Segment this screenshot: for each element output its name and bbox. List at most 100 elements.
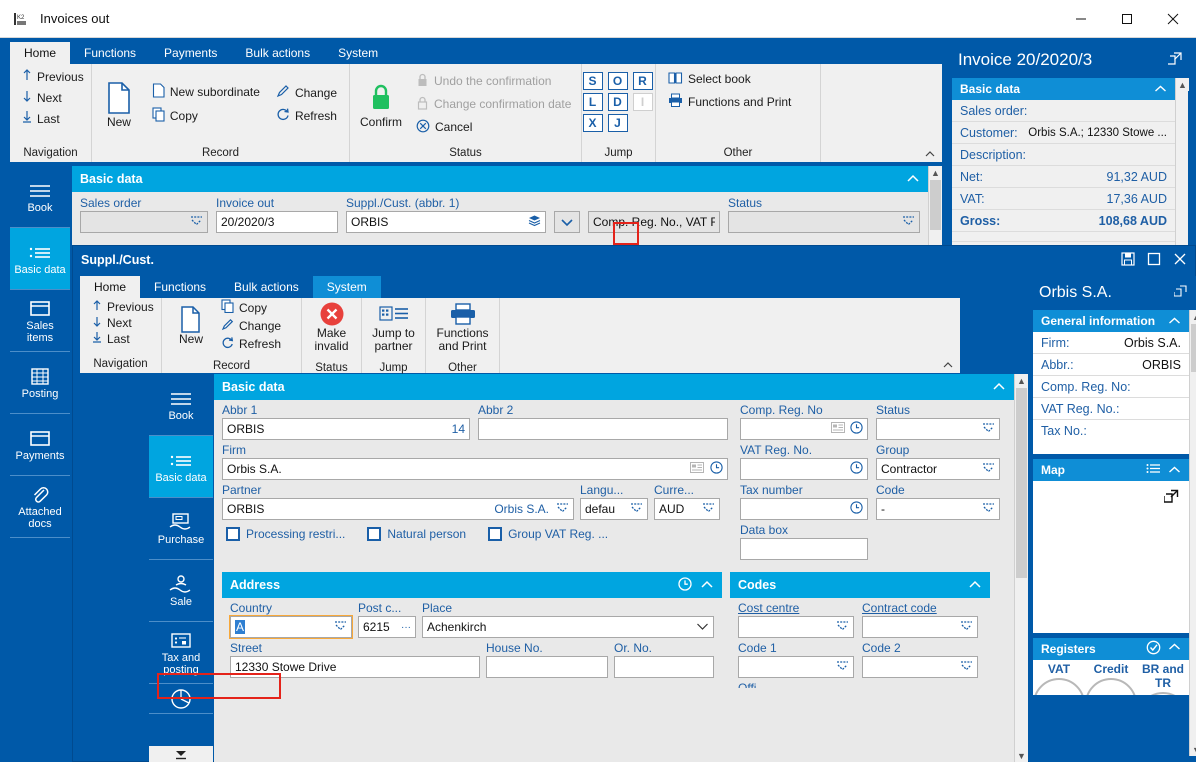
ribbon-collapse-icon[interactable] [924,149,936,161]
collapse-icon[interactable] [700,578,714,592]
sidebar-item-posting[interactable]: Posting [10,352,70,414]
chevron-down-icon[interactable] [982,422,995,436]
dialog-last-button[interactable]: Last [86,331,160,347]
next-button[interactable]: Next [16,87,90,108]
collapse-icon[interactable] [1154,82,1167,96]
collapse-icon[interactable] [968,578,982,592]
register-credit[interactable]: Credit [1085,662,1137,695]
chevron-down-icon[interactable] [836,620,849,634]
abbr1-input[interactable]: ORBIS 14 [222,418,470,440]
stack-icon[interactable] [528,214,541,230]
external-link-icon[interactable] [1163,489,1179,507]
field-contract-code-label[interactable]: Contract code [862,601,978,616]
data-box-input[interactable] [740,538,868,560]
dialog-tab-system[interactable]: System [312,276,381,298]
group-input[interactable]: Contractor [876,458,1000,480]
dialog-sidebar-item-sale[interactable]: Sale [149,560,213,622]
clock-icon[interactable] [850,421,863,437]
dialog-tab-bulk-actions[interactable]: Bulk actions [220,276,313,298]
partner-panel-scrollbar[interactable]: ▲ ▼ [1189,310,1196,756]
jump-key-r[interactable]: R [632,72,653,90]
maximize-button[interactable] [1104,0,1150,38]
clock-icon[interactable] [710,461,723,477]
vat-reg-no-input[interactable] [740,458,868,480]
partner-scroll-down-arrow[interactable]: ▼ [1190,743,1196,756]
close-button[interactable] [1150,0,1196,38]
dialog-next-button[interactable]: Next [86,315,160,331]
dialog-sidebar-item-purchase[interactable]: Purchase [149,498,213,560]
chevron-down-icon[interactable] [334,620,347,634]
dialog-sidebar-item-basic-data[interactable]: Basic data [149,436,213,498]
make-invalid-button[interactable]: Make invalid [308,298,355,355]
tax-number-input[interactable] [740,498,868,520]
sidebar-item-payments[interactable]: Payments [10,414,70,476]
dialog-tab-functions[interactable]: Functions [140,276,220,298]
change-confirmation-date-button[interactable]: Change confirmation date [410,93,577,116]
new-button[interactable]: New [98,78,140,131]
partner-input[interactable]: ORBIS Orbis S.A. [222,498,574,520]
sidebar-item-sales-items[interactable]: Sales items [10,290,70,352]
comp-reg-no-input[interactable] [740,418,868,440]
confirm-button[interactable]: Confirm [356,78,406,131]
dialog-sidebar-item-more[interactable] [149,684,213,714]
post-code-dots-icon[interactable]: ··· [401,622,411,633]
dialog-ribbon-collapse-icon[interactable] [942,360,954,372]
jump-key-d[interactable]: D [607,93,628,111]
clock-icon[interactable] [678,576,692,594]
check-circle-icon[interactable] [1146,640,1161,658]
dialog-scroll-thumb[interactable] [1016,388,1027,578]
tab-functions[interactable]: Functions [70,42,150,64]
dialog-sidebar-expand-button[interactable] [149,746,213,762]
sidebar-item-basic-data[interactable]: Basic data [10,228,70,290]
jump-key-x[interactable]: X [582,114,603,132]
collapse-icon[interactable] [1168,314,1181,328]
card-icon[interactable] [831,422,845,436]
collapse-icon[interactable] [906,172,920,186]
street-input[interactable]: 12330 Stowe Drive [230,656,480,678]
collapse-icon[interactable] [1168,463,1181,477]
contract-code-input[interactable] [862,616,978,638]
invoice-out-input[interactable]: 20/2020/3 [216,211,338,233]
chevron-down-icon[interactable] [982,462,995,476]
supplier-customer-input[interactable]: ORBIS [346,211,546,233]
field-cost-centre-label[interactable]: Cost centre [738,601,854,616]
tab-payments[interactable]: Payments [150,42,231,64]
comp-reg-vat-button[interactable]: Comp. Reg. No., VAT R... [588,211,720,233]
chevron-down-icon[interactable] [702,502,715,516]
chevron-down-icon[interactable] [836,660,849,674]
house-no-input[interactable] [486,656,608,678]
chevron-down-icon[interactable] [960,620,973,634]
status-input[interactable] [728,211,920,233]
copy-button[interactable]: Copy [146,104,266,128]
scroll-thumb[interactable] [930,180,941,230]
collapse-icon[interactable] [1168,640,1181,658]
checkbox-natural-person[interactable]: Natural person [367,527,466,541]
chevron-down-icon[interactable] [630,502,643,516]
scroll-up-arrow[interactable]: ▲ [1176,78,1189,91]
scroll-up-arrow[interactable]: ▲ [929,166,942,179]
previous-button[interactable]: Previous [16,66,90,87]
dialog-save-button[interactable] [1121,251,1135,269]
sidebar-item-book[interactable]: Book [10,166,70,228]
chevron-down-icon[interactable] [902,215,915,229]
checkbox-processing-restriction[interactable]: Processing restri... [226,527,345,541]
tab-home[interactable]: Home [10,42,71,64]
cost-centre-input[interactable] [738,616,854,638]
map-canvas[interactable] [1033,481,1189,633]
jump-to-partner-button[interactable]: Jump to partner [368,298,419,355]
card-icon[interactable] [690,462,704,476]
last-button[interactable]: Last [16,108,90,129]
chevron-down-icon[interactable] [696,620,709,634]
register-br-and-tr[interactable]: BR and TR [1137,662,1189,695]
dialog-previous-button[interactable]: Previous [86,299,160,315]
firm-input[interactable]: Orbis S.A. [222,458,728,480]
dialog-content-scrollbar[interactable]: ▲ ▼ [1014,374,1028,762]
external-link-icon[interactable] [1173,285,1187,301]
checkbox-box[interactable] [367,527,382,541]
functions-and-print-button[interactable]: Functions and Print [662,90,797,113]
dialog-copy-button[interactable]: Copy [216,298,286,317]
jump-key-j[interactable]: J [607,114,628,132]
change-button[interactable]: Change [270,81,343,104]
code-input[interactable]: - [876,498,1000,520]
country-input[interactable]: A [229,615,353,639]
